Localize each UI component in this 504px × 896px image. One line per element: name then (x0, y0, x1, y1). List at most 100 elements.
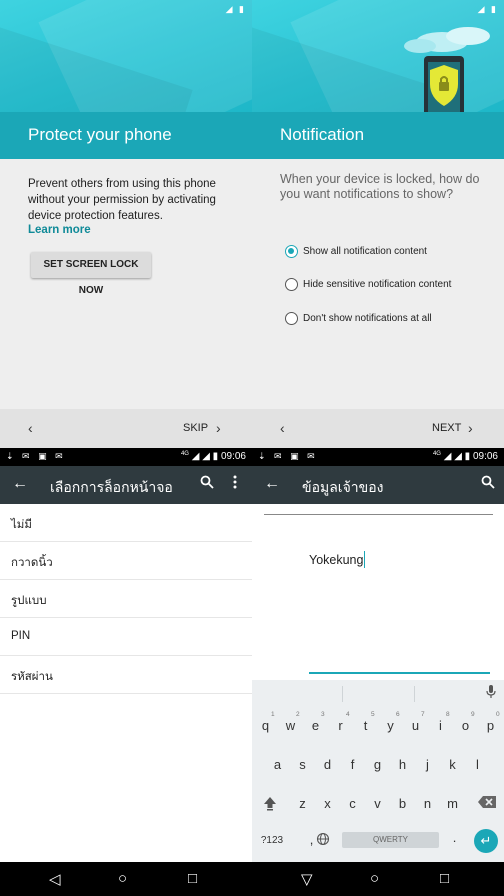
recents-nav-icon[interactable]: □ (440, 870, 449, 887)
network-type: 4G (432, 451, 441, 457)
key-hint: 6 (396, 711, 400, 718)
key-hint: 2 (296, 711, 300, 718)
key-hint: 1 (271, 711, 275, 718)
search-icon[interactable] (200, 475, 214, 493)
radio-unselected-icon[interactable] (285, 277, 298, 291)
list-item[interactable]: รหัสผ่าน (0, 656, 252, 694)
home-nav-icon[interactable]: ○ (118, 870, 127, 887)
page-title: ข้อมูลเจ้าของ (302, 479, 384, 495)
recents-nav-icon[interactable]: □ (188, 870, 197, 887)
item-label: กวาดนิ้ว (11, 557, 53, 569)
key-f[interactable]: f (340, 757, 365, 772)
radio-selected-icon[interactable] (285, 244, 298, 258)
option-label: Hide sensitive notification content (303, 278, 452, 290)
network-type: 4G (180, 451, 189, 457)
owner-info-appbar: ← ข้อมูลเจ้าของ (252, 466, 504, 504)
lock-screen-appbar: ← เลือกการล็อกหน้าจอ (0, 466, 252, 504)
item-label: รหัสผ่าน (11, 671, 53, 683)
forward-arrow-icon[interactable]: › (216, 420, 221, 436)
key-q[interactable]: q (253, 718, 278, 733)
home-nav-icon[interactable]: ○ (370, 870, 379, 887)
back-nav-icon[interactable]: ▽ (301, 870, 313, 888)
space-key[interactable]: QWERTY (342, 832, 439, 848)
item-label: รูปแบบ (11, 595, 47, 607)
symbols-key[interactable]: ?123 (258, 835, 286, 846)
key-y[interactable]: y (378, 718, 403, 733)
key-i[interactable]: i (428, 718, 453, 733)
notification-icons: ⇣ ✉ ▣ ✉ (258, 451, 318, 461)
status-bar: ⇣ ✉ ▣ ✉ 4G ◢ ◢ ▮ 09:06 (0, 448, 252, 466)
list-item[interactable]: PIN (0, 618, 252, 656)
key-w[interactable]: w (278, 718, 303, 733)
key-h[interactable]: h (390, 757, 415, 772)
list-item[interactable]: กวาดนิ้ว (0, 542, 252, 580)
key-s[interactable]: s (290, 757, 315, 772)
text-cursor (364, 551, 365, 568)
globe-icon[interactable] (315, 832, 331, 849)
back-arrow-icon[interactable]: ‹ (28, 420, 33, 436)
back-arrow-icon[interactable]: ← (264, 475, 280, 493)
key-t[interactable]: t (353, 718, 378, 733)
learn-more-link[interactable]: Learn more (28, 224, 91, 236)
key-p[interactable]: p (478, 718, 503, 733)
key-n[interactable]: n (415, 796, 440, 811)
key-e[interactable]: e (303, 718, 328, 733)
enter-key-icon[interactable]: ↵ (474, 829, 498, 853)
key-d[interactable]: d (315, 757, 340, 772)
key-hint: 8 (446, 711, 450, 718)
notification-panel: ◢ ▮ Notification When your device is loc… (252, 0, 504, 448)
key-l[interactable]: l (465, 757, 490, 772)
status-right: 4G ◢ ◢ ▮ 09:06 (181, 451, 246, 462)
key-o[interactable]: o (453, 718, 478, 733)
more-options-icon[interactable] (233, 475, 237, 493)
signal-icon: ◢ ◢ ▮ (443, 451, 471, 462)
key-g[interactable]: g (365, 757, 390, 772)
microphone-icon[interactable] (486, 685, 496, 702)
search-icon[interactable] (481, 475, 495, 493)
key-hint: 7 (421, 711, 425, 718)
shield-lock-illustration-icon (404, 27, 490, 112)
list-item[interactable]: รูปแบบ (0, 580, 252, 618)
clock: 09:06 (220, 451, 246, 462)
key-u[interactable]: u (403, 718, 428, 733)
option-label: Show all notification content (303, 245, 427, 257)
key-b[interactable]: b (390, 796, 415, 811)
lock-options-list: ไม่มี กวาดนิ้ว รูปแบบ PIN รหัสผ่าน (0, 504, 252, 862)
system-nav-bar: ◁ ○ □ ▽ ○ □ (0, 862, 504, 896)
radio-unselected-icon[interactable] (285, 311, 298, 325)
forward-arrow-icon[interactable]: › (468, 420, 473, 436)
status-right: 4G ◢ ◢ ▮ 09:06 (433, 451, 498, 462)
key-hint: 4 (346, 711, 350, 718)
list-item[interactable]: ไม่มี (0, 504, 252, 542)
key-j[interactable]: j (415, 757, 440, 772)
option-hide-sensitive[interactable]: Hide sensitive notification content (285, 275, 451, 293)
key-r[interactable]: r (328, 718, 353, 733)
back-arrow-icon[interactable]: ← (12, 475, 28, 493)
period-key[interactable]: . (442, 830, 467, 845)
option-dont-show[interactable]: Don't show notifications at all (285, 309, 432, 327)
key-c[interactable]: c (340, 796, 365, 811)
next-button[interactable]: NEXT (432, 422, 461, 434)
skip-button[interactable]: SKIP (183, 422, 208, 434)
key-k[interactable]: k (440, 757, 465, 772)
key-v[interactable]: v (365, 796, 390, 811)
key-x[interactable]: x (315, 796, 340, 811)
key-z[interactable]: z (290, 796, 315, 811)
key-a[interactable]: a (265, 757, 290, 772)
key-hint: 5 (371, 711, 375, 718)
back-nav-icon[interactable]: ◁ (49, 870, 61, 888)
shift-key-icon[interactable] (257, 795, 282, 814)
backspace-key-icon[interactable] (474, 795, 499, 812)
owner-info-form: Yokekung (252, 504, 504, 680)
page-title: เลือกการล็อกหน้าจอ (50, 479, 173, 495)
set-screen-lock-button[interactable]: SET SCREEN LOCK NOW (31, 252, 151, 296)
back-arrow-icon[interactable]: ‹ (280, 420, 285, 436)
owner-name-input[interactable]: Yokekung (309, 553, 363, 567)
notification-question: When your device is locked, how do you w… (280, 172, 480, 201)
bottom-nav-bar: ‹ NEXT › (252, 409, 504, 448)
status-icons: ◢ ▮ (477, 4, 498, 14)
key-m[interactable]: m (440, 796, 465, 811)
option-show-all[interactable]: Show all notification content (285, 242, 427, 260)
status-bar: ⇣ ✉ ▣ ✉ 4G ◢ ◢ ▮ 09:06 (252, 448, 504, 466)
title-bar: Protect your phone (0, 112, 252, 159)
